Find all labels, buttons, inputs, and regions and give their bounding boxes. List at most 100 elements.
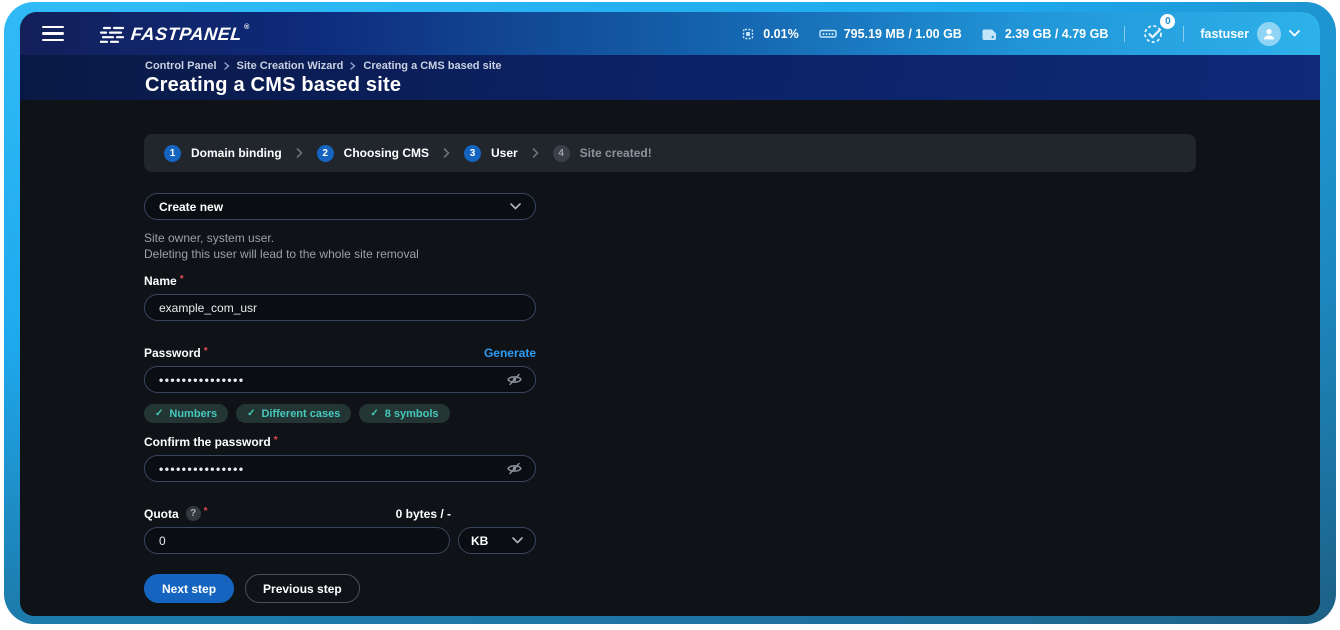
menu-bar	[42, 32, 64, 35]
name-field-wrap	[144, 294, 536, 321]
user-form: Create new Site owner, system user. Dele…	[144, 193, 536, 603]
disk-usage-value: 2.39 GB / 4.79 GB	[1005, 27, 1109, 41]
badge-numbers: ✓ Numbers	[144, 404, 228, 423]
username-label: fastuser	[1200, 27, 1249, 41]
menu-button[interactable]	[42, 26, 64, 42]
helper-line-1: Site owner, system user.	[144, 231, 274, 245]
breadcrumb-chevron-icon	[224, 62, 230, 70]
password-input[interactable]	[144, 366, 536, 393]
step-label: Choosing CMS	[344, 146, 429, 160]
ram-usage-stat[interactable]: 795.19 MB / 1.00 GB	[819, 26, 962, 42]
check-icon: ✓	[370, 408, 378, 419]
step-chevron-icon	[443, 148, 450, 158]
next-step-button[interactable]: Next step	[144, 574, 234, 603]
required-asterisk: *	[180, 275, 184, 285]
app-window: FASTPANEL ® 0.01%	[20, 12, 1320, 616]
password-field-wrap	[144, 366, 536, 393]
ram-usage-value: 795.19 MB / 1.00 GB	[844, 27, 962, 41]
step-number: 4	[553, 145, 570, 162]
top-navbar: FASTPANEL ® 0.01%	[20, 12, 1320, 55]
toggle-confirm-visibility-button[interactable]	[506, 461, 523, 476]
step-domain-binding[interactable]: 1 Domain binding	[164, 145, 282, 162]
quota-unit-select[interactable]: KB	[458, 527, 536, 554]
cpu-icon	[740, 26, 756, 42]
name-input[interactable]	[144, 294, 536, 321]
toggle-password-visibility-button[interactable]	[506, 372, 523, 387]
cpu-usage-value: 0.01%	[763, 27, 798, 41]
quota-help-icon[interactable]: ?	[186, 506, 201, 521]
breadcrumb-current: Creating a CMS based site	[363, 60, 501, 72]
breadcrumb-site-creation-wizard[interactable]: Site Creation Wizard	[237, 60, 344, 72]
ram-icon	[819, 26, 837, 42]
eye-off-icon	[506, 461, 523, 476]
user-select-value: Create new	[159, 200, 223, 214]
person-icon	[1262, 27, 1276, 41]
step-site-created: 4 Site created!	[553, 145, 652, 162]
wizard-steps: 1 Domain binding 2 Choosing CMS 3 User 4…	[144, 134, 1196, 172]
badge-different-cases: ✓ Different cases	[236, 404, 351, 423]
generate-password-link[interactable]: Generate	[484, 346, 536, 360]
user-select[interactable]: Create new	[144, 193, 536, 220]
helper-line-2: Deleting this user will lead to the whol…	[144, 247, 419, 261]
step-number: 2	[317, 145, 334, 162]
chevron-down-icon	[512, 537, 523, 544]
quota-label-row: Quota ? * 0 bytes / -	[144, 506, 451, 521]
page-title: Creating a CMS based site	[145, 74, 1320, 97]
breadcrumb-chevron-icon	[350, 62, 356, 70]
menu-bar	[42, 39, 64, 42]
quota-unit-value: KB	[471, 534, 488, 548]
breadcrumb: Control Panel Site Creation Wizard Creat…	[145, 60, 1320, 72]
navbar-divider	[1183, 26, 1184, 42]
app-frame: FASTPANEL ® 0.01%	[4, 2, 1336, 624]
badge-8-symbols: ✓ 8 symbols	[359, 404, 449, 423]
logo-text: FASTPANEL	[130, 23, 243, 45]
name-label: Name *	[144, 274, 536, 288]
required-asterisk: *	[274, 436, 278, 446]
quota-input[interactable]	[144, 527, 450, 554]
step-label: Domain binding	[191, 146, 282, 160]
server-stats: 0.01% 795.19 MB / 1.00 GB	[740, 26, 1108, 42]
notifications-button[interactable]: 0	[1141, 21, 1167, 47]
quota-label: Quota ? *	[144, 506, 208, 521]
confirm-password-input[interactable]	[144, 455, 536, 482]
eye-off-icon	[506, 372, 523, 387]
navbar-divider	[1124, 26, 1125, 42]
check-icon: ✓	[247, 408, 255, 419]
chevron-down-icon	[1289, 30, 1300, 37]
disk-usage-stat[interactable]: 2.39 GB / 4.79 GB	[982, 26, 1109, 42]
main-content: 1 Domain binding 2 Choosing CMS 3 User 4…	[20, 100, 1320, 616]
breadcrumb-control-panel[interactable]: Control Panel	[145, 60, 217, 72]
disk-icon	[982, 26, 998, 42]
page-header: Control Panel Site Creation Wizard Creat…	[20, 55, 1320, 100]
form-actions: Next step Previous step	[144, 574, 536, 603]
step-chevron-icon	[296, 148, 303, 158]
step-number: 3	[464, 145, 481, 162]
quota-usage-value: 0 bytes / -	[396, 507, 451, 521]
menu-bar	[42, 26, 64, 29]
fastpanel-logo[interactable]: FASTPANEL ®	[100, 23, 249, 45]
step-choosing-cms[interactable]: 2 Choosing CMS	[317, 145, 429, 162]
avatar	[1257, 22, 1281, 46]
check-icon: ✓	[155, 408, 163, 419]
required-asterisk: *	[204, 507, 208, 517]
notifications-count-badge: 0	[1160, 14, 1175, 29]
password-label-row: Password * Generate	[144, 346, 536, 360]
password-label: Password *	[144, 346, 208, 360]
previous-step-button[interactable]: Previous step	[245, 574, 360, 603]
step-chevron-icon	[532, 148, 539, 158]
step-label: Site created!	[580, 146, 652, 160]
step-label: User	[491, 146, 518, 160]
password-strength-badges: ✓ Numbers ✓ Different cases ✓ 8 symbols	[144, 404, 536, 423]
user-menu[interactable]: fastuser	[1200, 22, 1300, 46]
logo-equalizer-icon	[100, 26, 124, 44]
cpu-usage-stat[interactable]: 0.01%	[740, 26, 798, 42]
chevron-down-icon	[510, 203, 521, 210]
required-asterisk: *	[204, 347, 208, 357]
registered-mark: ®	[244, 24, 249, 31]
quota-inputs: KB	[144, 527, 536, 554]
step-user[interactable]: 3 User	[464, 145, 518, 162]
helper-text: Site owner, system user. Deleting this u…	[144, 230, 536, 262]
confirm-password-field-wrap	[144, 455, 536, 482]
step-number: 1	[164, 145, 181, 162]
confirm-password-label: Confirm the password *	[144, 435, 536, 449]
